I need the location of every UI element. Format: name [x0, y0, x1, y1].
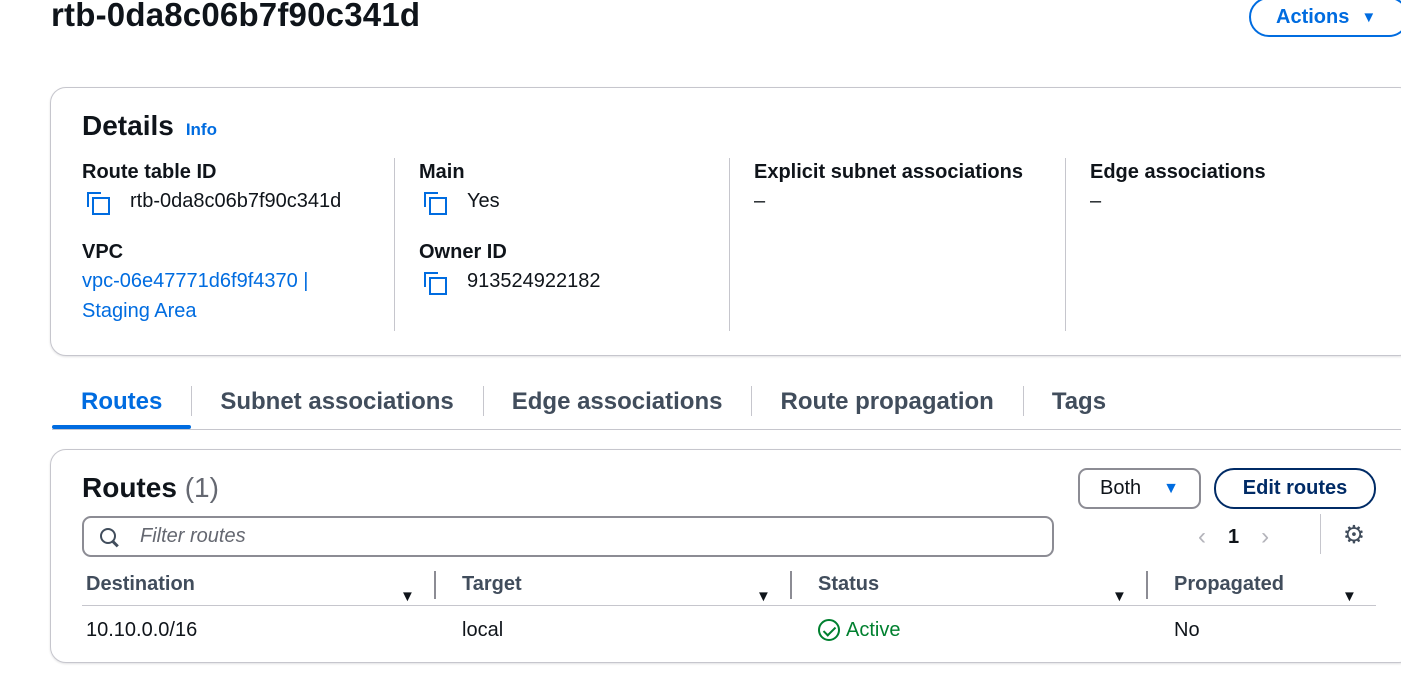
route-table-id-value: rtb-0da8c06b7f90c341d — [130, 190, 342, 212]
details-header: Details Info — [82, 110, 217, 142]
edge-associations-value: – — [1090, 190, 1102, 212]
copy-icon[interactable] — [82, 188, 116, 215]
divider — [1320, 514, 1321, 554]
previous-page-icon[interactable]: ‹ — [1198, 523, 1206, 551]
check-circle-icon — [818, 619, 840, 641]
vpc-field: VPC vpc-06e47771d6f9f4370 | Staging Area — [82, 238, 395, 326]
explicit-subnet-associations-value: – — [754, 190, 766, 212]
column-header-label: Status — [818, 573, 880, 595]
details-column-3: Explicit subnet associations – — [729, 158, 1065, 331]
edge-associations-label: Edge associations — [1090, 161, 1266, 183]
column-header-label: Destination — [86, 573, 195, 595]
vpc-link-line2: Staging Area — [82, 300, 197, 322]
tab-routes[interactable]: Routes — [52, 380, 192, 429]
details-column-4: Edge associations – — [1065, 158, 1395, 331]
column-header-status[interactable]: Status ▼ — [814, 562, 1170, 605]
tab-edge-associations[interactable]: Edge associations — [482, 380, 752, 428]
cell-propagated: No — [1174, 618, 1200, 641]
routes-title: Routes (1) — [82, 472, 219, 504]
caret-down-icon: ▼ — [1163, 479, 1179, 497]
owner-id-label: Owner ID — [419, 241, 507, 263]
column-header-target[interactable]: Target ▼ — [458, 562, 814, 605]
search-icon — [100, 527, 118, 546]
column-header-label: Target — [462, 573, 522, 595]
info-link[interactable]: Info — [186, 120, 217, 140]
vpc-link-line1: vpc-06e47771d6f9f4370 | — [82, 270, 309, 292]
route-table-id-field: Route table ID rtb-0da8c06b7f90c341d — [82, 158, 395, 216]
details-column-2: Main Yes Owner ID 913524922182 — [394, 158, 730, 331]
copy-icon[interactable] — [419, 188, 453, 215]
status-text: Active — [846, 618, 901, 641]
vpc-link[interactable]: vpc-06e47771d6f9f4370 | Staging Area — [82, 266, 395, 326]
vpc-label: VPC — [82, 241, 124, 263]
tab-tags[interactable]: Tags — [1022, 380, 1135, 428]
table-row: 10.10.0.0/16 local Active No — [82, 606, 1376, 654]
filter-routes-field[interactable] — [82, 516, 1054, 557]
details-panel: Details Info Route table ID rtb-0da8c06b… — [50, 87, 1401, 356]
pagination: ‹ 1 › — [1198, 520, 1269, 554]
main-label: Main — [419, 161, 465, 183]
copy-icon[interactable] — [419, 268, 453, 295]
column-resizer[interactable] — [1146, 571, 1148, 599]
sort-icon[interactable]: ▼ — [756, 575, 771, 619]
tab-subnet-associations[interactable]: Subnet associations — [191, 380, 482, 428]
route-type-select[interactable]: Both ▼ — [1078, 468, 1201, 509]
column-header-propagated[interactable]: Propagated ▼ — [1170, 562, 1376, 605]
column-header-destination[interactable]: Destination ▼ — [82, 562, 458, 605]
gear-icon[interactable]: ⚙ — [1341, 522, 1367, 548]
sort-icon[interactable]: ▼ — [1112, 575, 1127, 619]
routes-title-text: Routes — [82, 472, 177, 503]
page-number[interactable]: 1 — [1228, 526, 1239, 549]
route-type-select-value: Both — [1100, 477, 1142, 499]
main-value: Yes — [467, 190, 500, 212]
actions-button[interactable]: Actions ▼ — [1249, 0, 1401, 37]
tab-route-propagation[interactable]: Route propagation — [751, 380, 1022, 428]
owner-id-field: Owner ID 913524922182 — [419, 238, 730, 296]
column-header-label: Propagated — [1174, 573, 1285, 595]
sort-icon[interactable]: ▼ — [1342, 575, 1357, 619]
page-title: rtb-0da8c06b7f90c341d — [51, 0, 421, 33]
filter-routes-input[interactable] — [138, 524, 1038, 549]
tab-bar: Routes Subnet associations Edge associat… — [52, 380, 1401, 430]
details-title: Details — [82, 110, 174, 141]
next-page-icon[interactable]: › — [1261, 523, 1269, 551]
caret-down-icon: ▼ — [1361, 8, 1377, 26]
details-column-1: Route table ID rtb-0da8c06b7f90c341d VPC… — [82, 158, 395, 331]
owner-id-value: 913524922182 — [467, 270, 601, 292]
table-header: Destination ▼ Target ▼ Status ▼ Propagat… — [82, 562, 1376, 606]
actions-button-label: Actions — [1276, 5, 1350, 28]
routes-panel: Routes (1) Both ▼ Edit routes ‹ 1 › ⚙ De… — [50, 449, 1401, 663]
cell-destination: 10.10.0.0/16 — [86, 618, 198, 641]
sort-icon[interactable]: ▼ — [400, 575, 415, 619]
route-table-id-label: Route table ID — [82, 161, 217, 183]
edit-routes-button[interactable]: Edit routes — [1214, 468, 1376, 509]
main-field: Main Yes — [419, 158, 730, 216]
explicit-subnet-associations-label: Explicit subnet associations — [754, 161, 1023, 183]
column-resizer[interactable] — [434, 571, 436, 599]
cell-status: Active — [814, 619, 1170, 642]
routes-table: Destination ▼ Target ▼ Status ▼ Propagat… — [82, 562, 1376, 654]
cell-target: local — [462, 618, 504, 641]
column-resizer[interactable] — [790, 571, 792, 599]
routes-count: (1) — [184, 472, 219, 503]
